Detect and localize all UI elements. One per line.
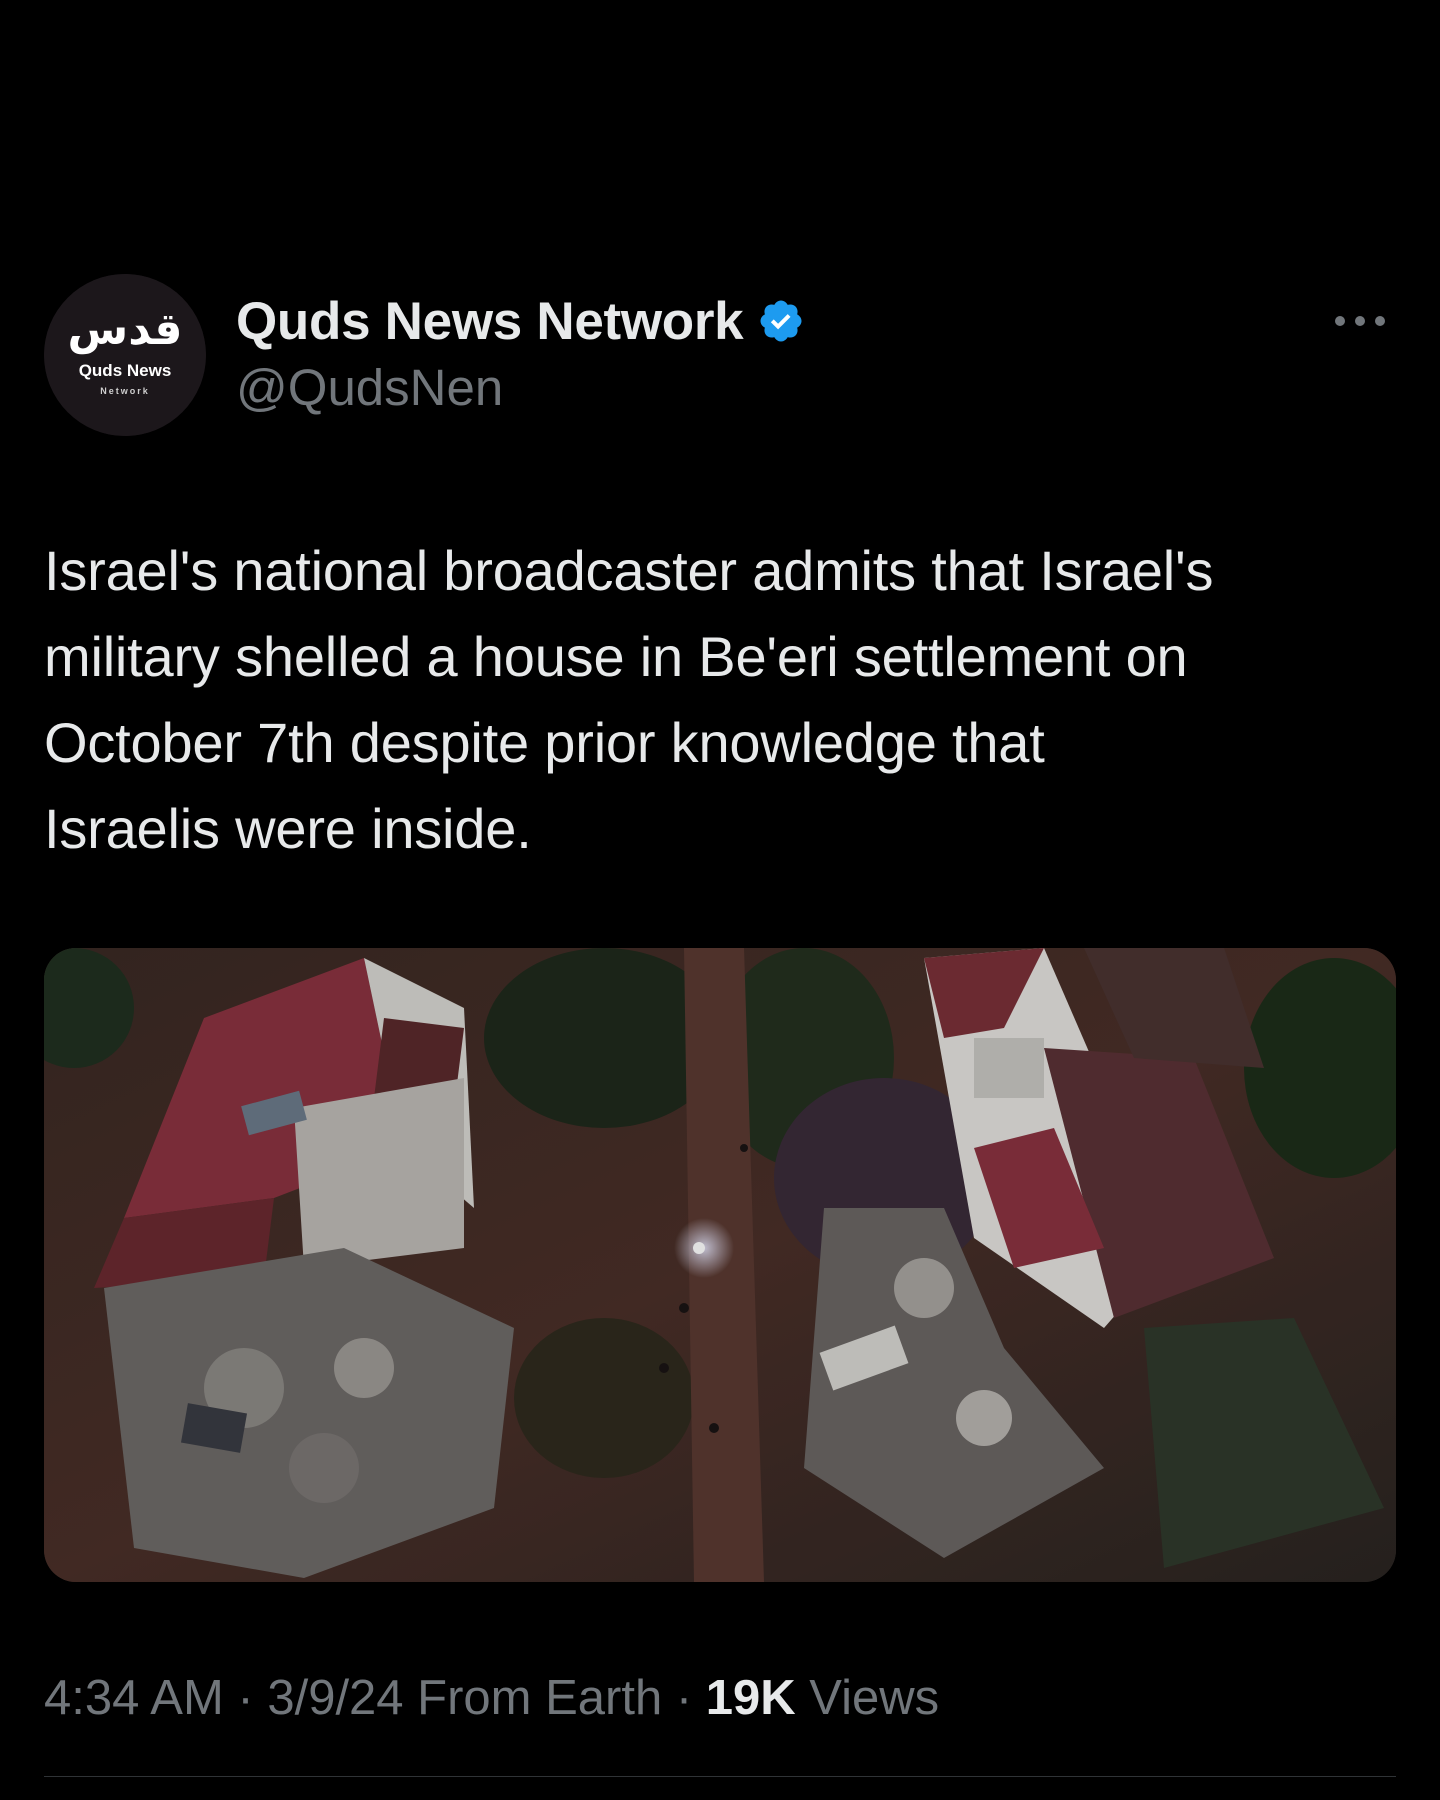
handle[interactable]: @QudsNen [236, 358, 805, 417]
tweet[interactable]: قدس Quds News Network Quds News Network … [0, 0, 1440, 1800]
tweet-text-line: October 7th despite prior knowledge that [44, 711, 1045, 774]
tweet-text: Israel's national broadcaster admits tha… [44, 528, 1404, 872]
tweet-date[interactable]: 3/9/24 [267, 1671, 403, 1725]
verified-badge-icon[interactable] [757, 297, 805, 345]
author-block[interactable]: Quds News Network @QudsNen [236, 290, 805, 416]
tweet-meta: 4:34 AM · 3/9/24 From Earth · 19K Views [44, 1670, 939, 1726]
aerial-photo-icon [44, 948, 1396, 1582]
tweet-media-image[interactable] [44, 948, 1396, 1582]
views-count[interactable]: 19K [706, 1671, 796, 1725]
display-name[interactable]: Quds News Network [236, 291, 744, 352]
divider [44, 1776, 1396, 1777]
tweet-text-line: Israelis were inside. [44, 797, 532, 860]
avatar-caption-2: Network [100, 386, 150, 396]
avatar-logo-text: قدس [68, 304, 183, 355]
tweet-source: From Earth [403, 1671, 663, 1725]
meta-separator: · [223, 1671, 268, 1725]
views-label: Views [795, 1671, 940, 1725]
tweet-time[interactable]: 4:34 AM [44, 1671, 224, 1725]
more-button[interactable] [1330, 296, 1390, 346]
avatar-logo: قدس Quds News Network [44, 274, 206, 436]
tweet-text-line: Israel's national broadcaster admits tha… [44, 539, 1214, 602]
meta-separator: · [662, 1671, 706, 1725]
more-horizontal-icon [1335, 316, 1385, 326]
name-row: Quds News Network [236, 290, 805, 352]
avatar[interactable]: قدس Quds News Network [44, 274, 206, 436]
tweet-text-line: military shelled a house in Be'eri settl… [44, 625, 1188, 688]
avatar-caption-1: Quds News [79, 361, 172, 380]
